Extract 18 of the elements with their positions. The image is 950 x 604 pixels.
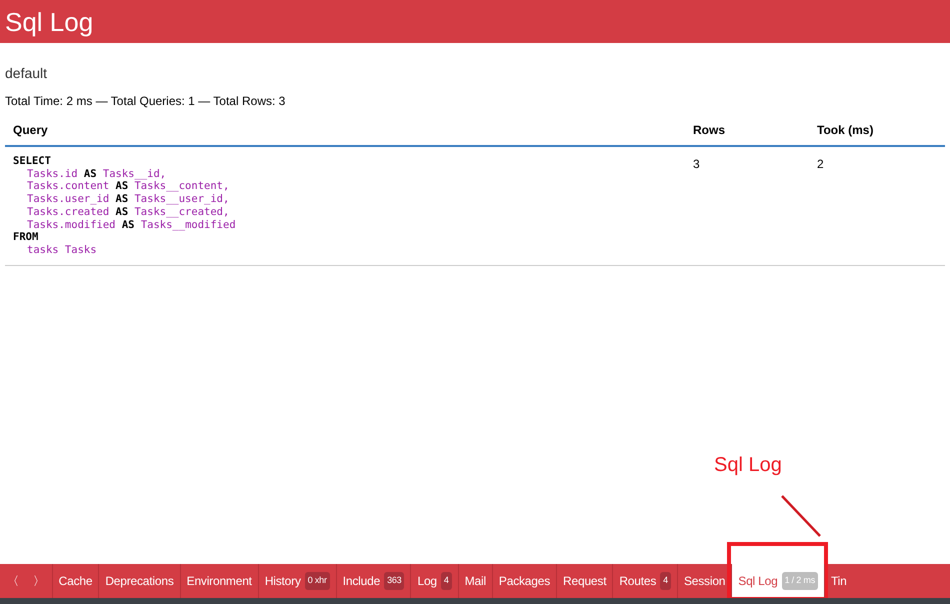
page-title: Sql Log	[5, 8, 94, 34]
toolbar-tab[interactable]: Sql Log 1 / 2 ms	[731, 564, 824, 598]
previous-button[interactable]: 〈	[0, 564, 26, 598]
annotation-label: Sql Log	[714, 453, 782, 478]
column-header: Query	[5, 115, 685, 146]
next-button[interactable]: 〉	[26, 564, 52, 598]
rows-cell: 3	[685, 146, 809, 266]
count-badge: 4	[660, 572, 671, 590]
count-badge: 4	[440, 572, 452, 590]
count-badge: 0 xhr	[304, 572, 330, 590]
connection-name: default	[5, 64, 48, 83]
took-cell: 2	[809, 146, 945, 266]
column-header: Rows	[685, 115, 809, 146]
query-cell: SELECT Tasks.id AS Tasks__id, Tasks.content AS Tasks__content, Tasks.user_id AS Tasks__user_id, Tasks.created AS Tasks__created, Tasks.modified AS Tasks__modified FROM tasks Tasks	[5, 146, 685, 266]
count-badge: 363	[384, 572, 404, 590]
column-header: Took (ms)	[809, 115, 945, 146]
count-badge: 1 / 2 ms	[782, 572, 818, 590]
query-summary: Total Time: 2 ms — Total Queries: 1 — Total Rows: 3	[5, 93, 286, 110]
